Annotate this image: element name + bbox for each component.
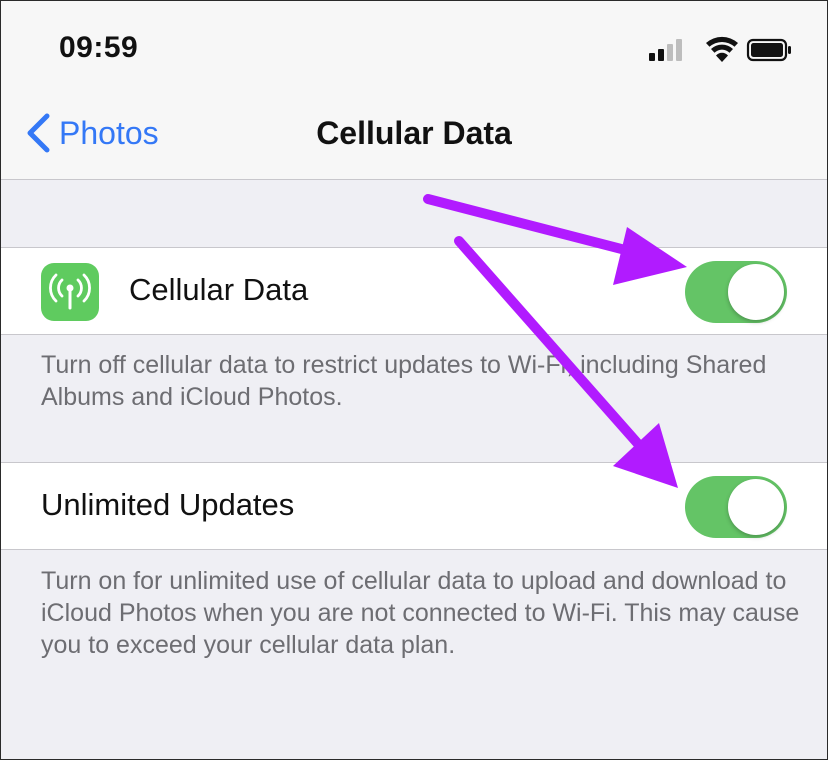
wifi-icon (706, 36, 738, 62)
cellular-data-toggle[interactable] (685, 261, 787, 323)
unlimited-updates-row: Unlimited Updates (1, 462, 827, 550)
cellular-data-label: Cellular Data (129, 272, 309, 307)
page-title: Cellular Data (316, 115, 512, 151)
toggle-knob (728, 264, 784, 320)
status-icons (645, 35, 795, 65)
navigation-bar: Photos Cellular Data (1, 97, 827, 180)
battery-icon (746, 38, 791, 62)
cellular-data-row: Cellular Data (1, 247, 827, 335)
toggle-knob (728, 479, 784, 535)
status-bar: 09:59 (1, 1, 827, 97)
status-time: 09:59 (59, 31, 139, 64)
cellular-data-footer: Turn off cellular data to restrict updat… (41, 351, 767, 411)
cellular-signal-icon (649, 39, 682, 61)
antenna-icon (41, 263, 99, 321)
unlimited-updates-label: Unlimited Updates (41, 487, 295, 522)
unlimited-updates-toggle[interactable] (685, 476, 787, 538)
unlimited-updates-footer: Turn on for unlimited use of cellular da… (41, 567, 800, 659)
